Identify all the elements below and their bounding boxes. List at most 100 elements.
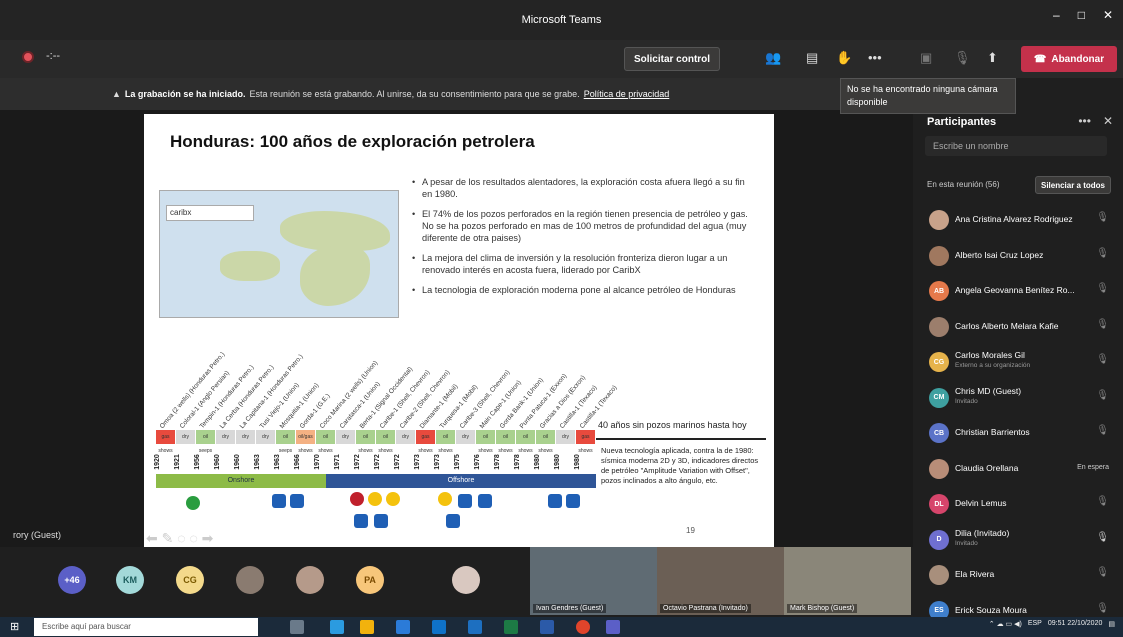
gallery-avatar[interactable] [452, 566, 480, 594]
well-result: gas shows [576, 430, 596, 454]
tray-icons[interactable]: ⌃ ☁ ▭ ◀) [989, 620, 1022, 628]
well-result: gas shows [416, 430, 436, 454]
mute-all-button[interactable]: Silenciar a todos [1035, 176, 1111, 194]
windows-taskbar: ⊞ Escribe aquí para buscar ⌃ ☁ ▭ ◀) ESP … [0, 617, 1123, 637]
warning-icon: ▲ [112, 89, 121, 99]
mic-muted-icon: 🎙 [1096, 389, 1109, 401]
keyboard-language[interactable]: ESP [1028, 620, 1042, 628]
video-name: Mark Bishop (Guest) [787, 604, 858, 613]
gallery-avatar[interactable]: KM [116, 566, 144, 594]
participant-row[interactable]: Claudia Orellana En espera [913, 451, 1123, 487]
share-screen-icon[interactable]: ⬆ [987, 50, 998, 66]
avatar: CG [929, 352, 949, 372]
video-name: Ivan Gendres (Guest) [533, 604, 607, 613]
camera-off-icon[interactable]: ▣ [920, 50, 932, 66]
presentation-slide: Honduras: 100 años de exploración petrol… [144, 114, 774, 550]
video-tile[interactable]: Ivan Gendres (Guest) [530, 547, 657, 615]
chrome-icon[interactable] [576, 620, 590, 634]
mail-icon[interactable] [432, 620, 446, 634]
participant-name: Carlos Morales Gil [955, 350, 1025, 360]
windows-start-icon[interactable]: ⊞ [10, 620, 19, 633]
bp-logo [186, 496, 200, 510]
mic-muted-icon: 🎙 [1096, 567, 1109, 578]
gallery-avatar[interactable]: PA [356, 566, 384, 594]
mic-off-icon[interactable]: 🎙 [954, 50, 971, 66]
well-result: oil shows [476, 430, 496, 454]
well-result: dry [176, 430, 196, 444]
participant-row[interactable]: Ana Cristina Alvarez Rodriguez 🎙 [913, 202, 1123, 238]
mic-muted-icon: 🎙 [1096, 496, 1109, 507]
gallery-avatar[interactable]: CG [176, 566, 204, 594]
participant-row[interactable]: AB Angela Geovanna Benítez Ro... 🎙 [913, 273, 1123, 309]
outlook-icon[interactable] [468, 620, 482, 634]
participant-row[interactable]: Carlos Alberto Melara Kafie 🎙 [913, 309, 1123, 345]
video-tile[interactable]: Octavio Pastrana (Invitado) [657, 547, 784, 615]
participant-search-input[interactable]: Escribe un nombre [925, 136, 1107, 156]
meeting-timer: -:-- [46, 50, 61, 62]
participant-row[interactable]: D Dilia (Invitado) Invitado 🎙 [913, 522, 1123, 558]
mic-muted-icon: 🎙 [1096, 247, 1109, 259]
presenter-label: rory (Guest) [13, 530, 62, 540]
maximize-button[interactable]: □ [1078, 8, 1085, 22]
word-icon[interactable] [540, 620, 554, 634]
close-window-button[interactable]: ✕ [1103, 8, 1113, 22]
honduras-map: caribx [159, 190, 399, 318]
participant-row[interactable]: DL Delvin Lemus 🎙 [913, 486, 1123, 522]
more-options-button[interactable]: ••• [868, 50, 882, 65]
gallery-avatar[interactable] [236, 566, 264, 594]
shell-logo [386, 492, 400, 506]
meeting-gallery: +46 KM CG PA Ivan Gendres (Guest) Octavio Pas… [0, 547, 913, 617]
chevron-logo [354, 514, 368, 528]
privacy-link[interactable]: Política de privacidad [584, 89, 670, 99]
taskbar-search-input[interactable]: Escribe aquí para buscar [34, 618, 258, 636]
participant-row[interactable]: CM Chris MD (Guest) Invitado 🎙 [913, 380, 1123, 416]
task-view-icon[interactable] [290, 620, 304, 634]
well-names: Omoa (2 wells) (Honduras Petro.) Coloral-… [156, 340, 619, 430]
store-icon[interactable] [396, 620, 410, 634]
edge-icon[interactable] [330, 620, 344, 634]
gallery-avatar[interactable]: +46 [58, 566, 86, 594]
minimize-button[interactable]: – [1053, 8, 1060, 22]
slide-controls[interactable]: ⬅ ✎ ◌ ◌ ➡ [146, 530, 213, 547]
participants-icon[interactable]: 👥 [765, 50, 781, 66]
close-panel-icon[interactable]: ✕ [1103, 114, 1113, 128]
well-results-strip: gas shows dry oil seeps dry dry dry oil seeps o… [156, 430, 596, 454]
participant-row[interactable]: Ela Rivera 🎙 [913, 557, 1123, 593]
chevron-logo [548, 494, 562, 508]
participant-name: Carlos Alberto Melara Kafie [955, 320, 1059, 331]
well-result: oil/gas shows [296, 430, 316, 454]
chevron-logo [446, 514, 460, 528]
chevron-logo [458, 494, 472, 508]
well-result: dry [336, 430, 356, 444]
slide-bullets: A pesar de los resultados alentadores, l… [412, 176, 752, 304]
gallery-avatar[interactable] [296, 566, 324, 594]
participant-row[interactable]: CB Christian Barrientos 🎙 [913, 415, 1123, 451]
leave-label: Abandonar [1051, 53, 1105, 65]
participant-name: Christian Barrientos [955, 427, 1030, 437]
notifications-icon[interactable]: ▤ [1108, 620, 1115, 628]
participant-subtitle: Invitado [955, 397, 978, 405]
avatar [929, 316, 949, 337]
well-result: oil shows [436, 430, 456, 454]
file-explorer-icon[interactable] [360, 620, 374, 634]
participant-row[interactable]: CG Carlos Morales Gil Externo a su organiz… [913, 344, 1123, 380]
chevron-logo [290, 494, 304, 508]
avatar: AB [929, 281, 949, 301]
well-result: dry [556, 430, 576, 444]
chevron-logo [566, 494, 580, 508]
clock[interactable]: 09:51 22/10/2020 [1048, 620, 1103, 628]
participant-status: En espera [1077, 463, 1109, 471]
panel-more-icon[interactable]: ••• [1078, 114, 1091, 128]
leave-button[interactable]: ☎ Abandonar [1021, 46, 1117, 72]
avatar [929, 245, 949, 266]
request-control-button[interactable]: Solicitar control [624, 47, 720, 71]
video-tile[interactable]: Mark Bishop (Guest) [784, 547, 911, 615]
well-result: oil shows [496, 430, 516, 454]
raise-hand-icon[interactable]: ✋ [836, 50, 852, 66]
participant-row[interactable]: Alberto Isai Cruz Lopez 🎙 [913, 238, 1123, 274]
bullet-3: La mejora del clima de inversión y la re… [412, 252, 752, 276]
excel-icon[interactable] [504, 620, 518, 634]
chat-icon[interactable]: ▤ [806, 50, 818, 66]
avatar: CB [929, 423, 949, 443]
teams-icon[interactable] [606, 620, 620, 634]
